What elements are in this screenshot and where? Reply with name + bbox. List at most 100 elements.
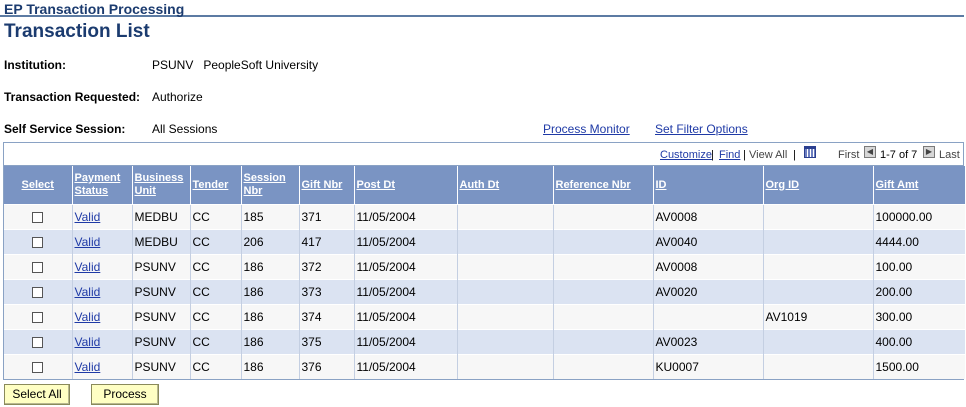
business-unit-cell: PSUNV	[132, 329, 191, 355]
customize-link[interactable]: Customize	[660, 149, 712, 161]
org-id-cell	[763, 254, 874, 280]
next-page-icon[interactable]: ▶	[923, 146, 935, 158]
post-dt-cell: 11/05/2004	[354, 279, 458, 305]
first-label[interactable]: First	[838, 149, 859, 161]
institution-code: PSUNV	[152, 58, 194, 72]
tender-cell: CC	[190, 204, 242, 230]
select-checkbox[interactable]	[32, 362, 44, 374]
post-dt-cell: 11/05/2004	[354, 254, 458, 280]
select-checkbox[interactable]	[32, 237, 44, 249]
gift-amt-cell: 100.00	[873, 254, 965, 280]
select-checkbox[interactable]	[32, 337, 44, 349]
gift-nbr-cell: 376	[299, 354, 355, 379]
institution-value: PSUNV PeopleSoft University	[152, 58, 318, 72]
table-row: Valid PSUNV CC 186 373 11/05/2004 AV0020…	[4, 279, 965, 305]
business-unit-cell: PSUNV	[132, 254, 191, 280]
reference-nbr-cell	[553, 204, 654, 230]
nav-separator: |	[711, 149, 714, 161]
session-nbr-cell: 185	[241, 204, 300, 230]
self-service-session-value: All Sessions	[152, 122, 218, 136]
col-post-dt[interactable]: Post Dt	[354, 166, 458, 205]
business-unit-cell: PSUNV	[132, 279, 191, 305]
id-cell: AV0020	[653, 279, 764, 305]
payment-status-link[interactable]: Valid	[75, 310, 101, 324]
auth-dt-cell	[457, 279, 554, 305]
col-business-unit[interactable]: Business Unit	[132, 166, 191, 205]
gift-nbr-cell: 374	[299, 304, 355, 330]
reference-nbr-cell	[553, 329, 654, 355]
select-checkbox[interactable]	[32, 287, 44, 299]
org-id-cell	[763, 279, 874, 305]
transaction-requested-label: Transaction Requested:	[4, 90, 141, 104]
select-checkbox[interactable]	[32, 312, 44, 324]
process-monitor-link[interactable]: Process Monitor	[543, 122, 630, 136]
view-all-link[interactable]: View All	[749, 149, 787, 161]
transaction-table: Select Payment Status Business Unit Tend…	[4, 166, 965, 379]
col-tender[interactable]: Tender	[190, 166, 242, 205]
id-cell: AV0040	[653, 229, 764, 255]
payment-status-link[interactable]: Valid	[75, 335, 101, 349]
payment-status-link[interactable]: Valid	[75, 260, 101, 274]
business-unit-cell: MEDBU	[132, 204, 191, 230]
gift-nbr-cell: 375	[299, 329, 355, 355]
payment-status-link[interactable]: Valid	[75, 285, 101, 299]
col-session-nbr[interactable]: Session Nbr	[241, 166, 300, 205]
select-checkbox[interactable]	[32, 262, 44, 274]
post-dt-cell: 11/05/2004	[354, 229, 458, 255]
gift-amt-cell: 400.00	[873, 329, 965, 355]
session-nbr-cell: 206	[241, 229, 300, 255]
col-org-id[interactable]: Org ID	[763, 166, 874, 205]
grid-navigation-bar: Customize | Find | View All | First ◀ 1-…	[4, 143, 963, 166]
app-title: EP Transaction Processing	[0, 0, 964, 17]
payment-status-link[interactable]: Valid	[75, 210, 101, 224]
payment-status-link[interactable]: Valid	[75, 360, 101, 374]
process-button[interactable]: Process	[91, 384, 159, 405]
auth-dt-cell	[457, 329, 554, 355]
gift-nbr-cell: 372	[299, 254, 355, 280]
transaction-requested-value: Authorize	[152, 90, 203, 104]
set-filter-options-link[interactable]: Set Filter Options	[655, 122, 748, 136]
id-cell: AV0023	[653, 329, 764, 355]
reference-nbr-cell	[553, 304, 654, 330]
institution-name: PeopleSoft University	[203, 58, 319, 72]
auth-dt-cell	[457, 229, 554, 255]
gift-nbr-cell: 417	[299, 229, 355, 255]
post-dt-cell: 11/05/2004	[354, 304, 458, 330]
col-auth-dt[interactable]: Auth Dt	[457, 166, 554, 205]
tender-cell: CC	[190, 229, 242, 255]
gift-amt-cell: 1500.00	[873, 354, 965, 379]
col-payment-status[interactable]: Payment Status	[72, 166, 133, 205]
payment-status-link[interactable]: Valid	[75, 235, 101, 249]
gift-amt-cell: 200.00	[873, 279, 965, 305]
gift-nbr-cell: 371	[299, 204, 355, 230]
session-nbr-cell: 186	[241, 254, 300, 280]
select-checkbox[interactable]	[32, 212, 44, 224]
nav-separator: |	[743, 149, 746, 161]
col-gift-amt[interactable]: Gift Amt	[873, 166, 965, 205]
auth-dt-cell	[457, 304, 554, 330]
business-unit-cell: PSUNV	[132, 304, 191, 330]
col-reference-nbr[interactable]: Reference Nbr	[553, 166, 654, 205]
self-service-session-label: Self Service Session:	[4, 122, 126, 136]
col-select[interactable]: Select	[4, 166, 73, 205]
id-cell	[653, 304, 764, 330]
org-id-cell	[763, 204, 874, 230]
col-gift-nbr[interactable]: Gift Nbr	[299, 166, 355, 205]
session-nbr-cell: 186	[241, 304, 300, 330]
table-row: Valid MEDBU CC 206 417 11/05/2004 AV0040…	[4, 229, 965, 255]
table-row: Valid MEDBU CC 185 371 11/05/2004 AV0008…	[4, 204, 965, 230]
download-grid-icon[interactable]	[804, 146, 816, 158]
find-link[interactable]: Find	[719, 149, 740, 161]
gift-amt-cell: 4444.00	[873, 229, 965, 255]
org-id-cell	[763, 354, 874, 379]
reference-nbr-cell	[553, 279, 654, 305]
session-nbr-cell: 186	[241, 354, 300, 379]
select-all-button[interactable]: Select All	[4, 384, 70, 405]
business-unit-cell: PSUNV	[132, 354, 191, 379]
row-range-text: 1-7 of 7	[880, 149, 918, 161]
col-id[interactable]: ID	[653, 166, 764, 205]
previous-page-icon[interactable]: ◀	[864, 146, 876, 158]
last-label[interactable]: Last	[939, 149, 960, 161]
page-title: Transaction List	[4, 21, 150, 42]
transaction-grid: Customize | Find | View All | First ◀ 1-…	[3, 142, 965, 380]
